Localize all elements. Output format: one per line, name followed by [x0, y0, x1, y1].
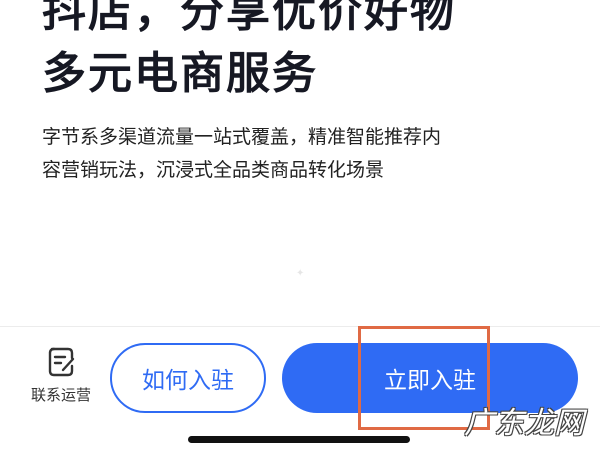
home-indicator[interactable]	[188, 436, 410, 443]
watermark-text: 广东龙网	[464, 406, 584, 441]
app-screen: 抖店，分享优价好物 多元电商服务 字节系多渠道流量一站式覆盖，精准智能推荐内 容…	[0, 0, 600, 450]
description-line-1: 字节系多渠道流量一站式覆盖，精准智能推荐内	[42, 126, 442, 148]
how-to-join-button[interactable]: 如何入驻	[110, 343, 266, 413]
description-line-2: 容营销玩法，沉浸式全品类商品转化场景	[42, 159, 385, 181]
edit-note-icon	[48, 347, 75, 377]
loading-sparkle-icon: ✦	[296, 268, 305, 279]
contact-operations-button[interactable]: 联系运营	[22, 346, 100, 410]
contact-operations-label: 联系运营	[30, 386, 91, 404]
headline-line-2: 多元电商服务	[42, 48, 318, 99]
headline-line-1: 抖店，分享优价好物	[42, 0, 456, 37]
